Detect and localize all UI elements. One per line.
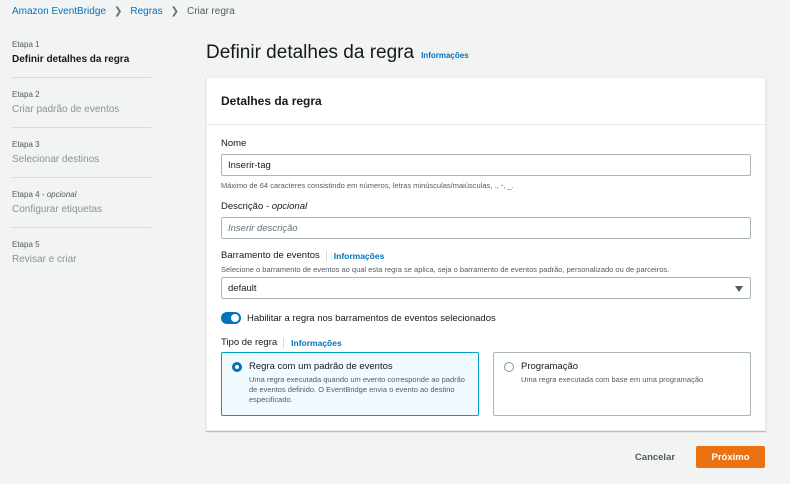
event-bus-label-text: Barramento de eventos bbox=[221, 250, 320, 261]
step-number: Etapa 2 bbox=[12, 90, 40, 99]
page-title: Definir detalhes da regra Informações bbox=[206, 42, 469, 64]
step-5: Etapa 5 Revisar e criar bbox=[12, 240, 151, 277]
rule-details-panel: Detalhes da regra Nome Inserir-tag Máxim… bbox=[206, 77, 766, 431]
step-title: Configurar etiquetas bbox=[12, 204, 103, 215]
caret-down-icon bbox=[735, 286, 743, 292]
event-bus-info-link[interactable]: Informações bbox=[325, 250, 384, 261]
info-link[interactable]: Informações bbox=[421, 51, 469, 60]
cancel-button[interactable]: Cancelar bbox=[620, 446, 690, 468]
description-label: Descrição - opcional bbox=[221, 201, 308, 212]
next-button[interactable]: Próximo bbox=[696, 446, 765, 468]
description-input[interactable]: Inserir descrição bbox=[221, 217, 751, 239]
chevron-right-icon: ❯ bbox=[170, 5, 179, 17]
enable-rule-toggle[interactable] bbox=[221, 312, 241, 324]
enable-rule-toggle-label: Habilitar a regra nos barramentos de eve… bbox=[247, 312, 496, 324]
step-title: Revisar e criar bbox=[12, 254, 77, 265]
event-bus-label: Barramento de eventos Informações bbox=[221, 250, 384, 261]
chevron-right-icon: ❯ bbox=[113, 5, 123, 17]
breadcrumb-link-eventbridge[interactable]: Amazon EventBridge bbox=[12, 6, 106, 17]
event-bus-hint: Selecione o barramento de eventos ao qua… bbox=[221, 265, 670, 274]
step-title: Selecionar destinos bbox=[12, 154, 100, 165]
tile-description: Uma regra executada com base em uma prog… bbox=[521, 375, 704, 384]
wizard-steps: Etapa 1 Definir detalhes da regra Etapa … bbox=[12, 40, 151, 289]
step-1: Etapa 1 Definir detalhes da regra bbox=[12, 40, 151, 78]
description-label-text: Descrição bbox=[221, 201, 264, 212]
name-input[interactable]: Inserir-tag bbox=[221, 154, 751, 176]
step-number-text: Etapa 4 bbox=[12, 190, 40, 199]
panel-header: Detalhes da regra bbox=[207, 78, 765, 125]
enable-rule-toggle-row: Habilitar a regra nos barramentos de eve… bbox=[221, 312, 496, 324]
event-bus-select-value: default bbox=[228, 282, 257, 294]
breadcrumb-current: Criar regra bbox=[186, 5, 235, 17]
step-number: Etapa 5 bbox=[12, 240, 40, 249]
step-title: Criar padrão de eventos bbox=[12, 104, 120, 115]
rule-type-label: Tipo de regra Informações bbox=[221, 337, 342, 348]
tile-title: Regra com um padrão de eventos bbox=[249, 361, 393, 372]
breadcrumb: Amazon EventBridge ❯ Regras ❯ Criar regr… bbox=[12, 4, 235, 18]
radio-unselected-icon[interactable] bbox=[504, 361, 514, 372]
step-4: Etapa 4 - opcional Configurar etiquetas bbox=[12, 190, 151, 228]
tile-head: Programação bbox=[504, 361, 740, 372]
radio-selected-icon[interactable] bbox=[232, 361, 242, 372]
step-optional: opcional bbox=[46, 190, 77, 199]
tile-description: Uma regra executada quando um evento cor… bbox=[249, 375, 465, 405]
rule-type-info-link[interactable]: Informações bbox=[283, 337, 342, 348]
tile-head: Regra com um padrão de eventos bbox=[232, 361, 468, 372]
rule-type-schedule-tile[interactable]: Programação Uma regra executada com base… bbox=[493, 352, 751, 416]
step-title: Definir detalhes da regra bbox=[12, 54, 130, 65]
page-title-text: Definir detalhes da regra bbox=[206, 42, 415, 63]
step-number: Etapa 3 bbox=[12, 140, 40, 149]
name-hint: Máximo de 64 caracteres consistindo em n… bbox=[221, 181, 514, 190]
name-label: Nome bbox=[221, 138, 247, 149]
breadcrumb-link-rules[interactable]: Regras bbox=[130, 6, 162, 17]
tile-title: Programação bbox=[521, 361, 579, 372]
rule-type-event-pattern-tile[interactable]: Regra com um padrão de eventos Uma regra… bbox=[221, 352, 479, 416]
step-2: Etapa 2 Criar padrão de eventos bbox=[12, 90, 151, 128]
step-number: Etapa 1 bbox=[12, 40, 40, 49]
description-optional: opcional bbox=[271, 201, 308, 212]
event-bus-select[interactable]: default bbox=[221, 277, 751, 299]
step-number: Etapa 4 - opcional bbox=[12, 190, 77, 199]
rule-type-label-text: Tipo de regra bbox=[221, 337, 278, 348]
step-3: Etapa 3 Selecionar destinos bbox=[12, 140, 151, 178]
